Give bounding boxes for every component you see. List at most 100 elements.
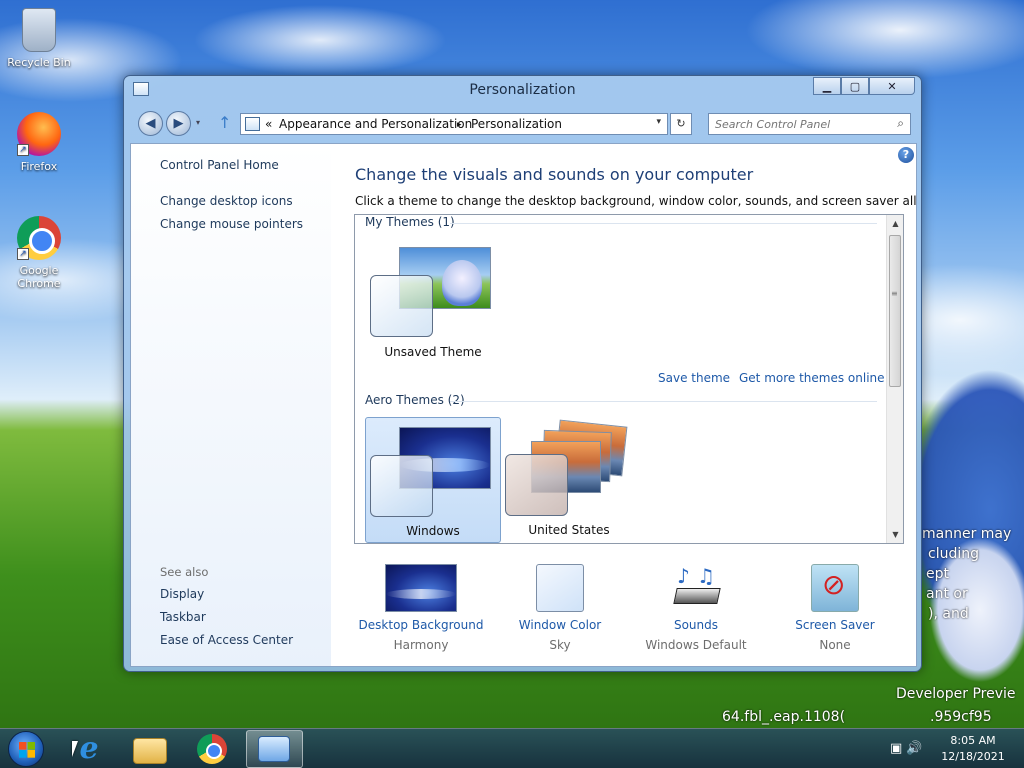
window-color-setting[interactable]: Window Color Sky [490,564,630,652]
theme-name: Unsaved Theme [384,345,482,359]
get-more-themes-link[interactable]: Get more themes online [739,371,885,385]
minimize-button[interactable]: ▁ [813,77,841,95]
taskbar: e ▣ 🔊 8:05 AM 12/18/2021 [0,728,1024,768]
setting-label[interactable]: Screen Saver [765,618,905,632]
close-button[interactable]: ✕ [869,77,915,95]
scroll-thumb[interactable] [889,235,901,387]
shortcut-arrow-icon: ↗ [17,144,29,156]
watermark-text: ept [926,566,949,582]
my-themes-group-label: My Themes (1) [365,215,455,229]
setting-label[interactable]: Desktop Background [351,618,491,632]
control-panel-taskbar-button[interactable] [246,730,303,768]
breadcrumb-personalization[interactable]: Personalization [471,117,562,131]
scroll-up-icon[interactable]: ▲ [887,215,903,232]
theme-unsaved[interactable]: Unsaved Theme [365,239,501,365]
control-panel-home-link[interactable]: Control Panel Home [160,158,279,172]
left-navigation: Control Panel Home Change desktop icons … [131,144,331,666]
chrome-taskbar-icon[interactable] [197,734,227,764]
breadcrumb-appearance[interactable]: Appearance and Personalization [279,117,472,131]
group-divider [450,223,877,224]
forward-button[interactable]: ▶ [166,111,191,136]
desktop-background-icon [385,564,457,612]
start-button[interactable] [8,731,44,767]
breadcrumb-separator-icon[interactable]: ▸ [457,120,462,130]
page-subheading: Click a theme to change the desktop back… [355,194,917,208]
ease-of-access-link[interactable]: Ease of Access Center [160,633,293,647]
firefox-icon: ↗ [17,112,61,156]
refresh-button[interactable]: ↻ [670,113,692,135]
theme-color-swatch [370,455,433,517]
content-pane: Control Panel Home Change desktop icons … [130,143,917,667]
personalization-window: Personalization ▁ ▢ ✕ ◀ ▶ ▾ ↑ « Appearan… [123,75,922,672]
recent-pages-dropdown[interactable]: ▾ [196,118,200,127]
address-dropdown-icon[interactable]: ▾ [656,117,661,127]
address-bar-row: ◀ ▶ ▾ ↑ « Appearance and Personalization… [136,109,911,137]
screen-saver-icon [811,564,859,612]
search-input[interactable] [715,115,885,133]
clock[interactable]: 8:05 AM 12/18/2021 [940,733,1006,765]
change-desktop-icons-link[interactable]: Change desktop icons [160,194,293,208]
recycle-bin-icon [22,8,56,52]
scroll-down-icon[interactable]: ▼ [887,526,903,543]
setting-label[interactable]: Window Color [490,618,630,632]
music-note-icon: ♫ [697,564,715,588]
sounds-icon: ♪ ♫ [671,564,721,612]
desktop-background-setting[interactable]: Desktop Background Harmony [351,564,491,652]
sounds-setting[interactable]: ♪ ♫ Sounds Windows Default [626,564,766,652]
clock-time: 8:05 AM [950,734,996,747]
theme-united-states[interactable]: United States [501,417,637,543]
watermark-text: .959cf95 [930,709,992,725]
group-divider [450,401,877,402]
aero-themes-group-label: Aero Themes (2) [365,393,465,407]
theme-name: Windows [406,524,460,538]
setting-label[interactable]: Sounds [626,618,766,632]
chrome-icon: ↗ [17,216,61,260]
desktop-icon-label: Google Chrome [17,264,61,290]
file-explorer-icon[interactable] [133,738,167,764]
music-note-icon: ♪ [677,564,690,588]
scroll-grip-icon: ≡ [891,289,898,298]
setting-value: Sky [549,638,571,652]
theme-name: United States [528,523,610,537]
watermark-text: ant or [926,586,968,602]
setting-value: Windows Default [645,638,747,652]
screen-saver-setting[interactable]: Screen Saver None [765,564,905,652]
search-icon[interactable]: ⌕ [897,116,904,131]
control-panel-icon [245,117,260,131]
save-theme-link[interactable]: Save theme [658,371,730,385]
maximize-button[interactable]: ▢ [841,77,869,95]
back-button[interactable]: ◀ [138,111,163,136]
address-bar[interactable]: « Appearance and Personalization ▸ Perso… [240,113,668,135]
caption-buttons: ▁ ▢ ✕ [813,77,915,95]
change-mouse-pointers-link[interactable]: Change mouse pointers [160,217,303,231]
desktop-icon-label: Firefox [20,160,58,173]
desktop-icon-label: Recycle Bin [7,56,71,69]
up-button[interactable]: ↑ [218,113,231,132]
clock-date: 12/18/2021 [941,750,1005,763]
control-panel-icon [258,736,290,762]
themes-list: My Themes (1) Unsaved Theme Save theme G… [354,214,904,544]
keyboard-icon [673,588,721,604]
desktop-icon-google-chrome[interactable]: ↗ Google Chrome [1,216,77,290]
setting-value: None [819,638,851,652]
breadcrumb-overflow[interactable]: « [265,117,272,131]
title-bar[interactable]: Personalization ▁ ▢ ✕ [124,76,921,106]
themes-scrollbar[interactable]: ▲ ≡ ▼ [886,215,903,543]
desktop-icon-firefox[interactable]: ↗ Firefox [1,112,77,173]
watermark-text: Developer Previe [896,686,1016,702]
see-also-label: See also [160,565,209,579]
watermark-text: cluding [928,546,979,562]
theme-color-swatch [370,275,433,337]
setting-value: Harmony [393,638,449,652]
window-title: Personalization [469,82,576,98]
taskbar-link[interactable]: Taskbar [160,610,206,624]
mouse-cursor-icon [72,741,84,757]
help-icon[interactable]: ? [898,147,914,163]
watermark-text: manner may [922,526,1012,542]
system-tray-icons[interactable]: ▣ 🔊 [890,741,923,756]
watermark-text: 64.fbl_.eap.1108( [722,709,846,725]
desktop-icon-recycle-bin[interactable]: Recycle Bin [1,8,77,69]
theme-windows[interactable]: Windows [365,417,501,543]
display-link[interactable]: Display [160,587,204,601]
page-heading: Change the visuals and sounds on your co… [355,165,754,184]
